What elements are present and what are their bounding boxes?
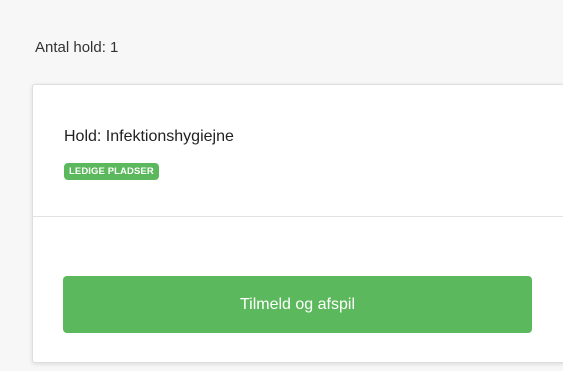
signup-and-play-button[interactable]: Tilmeld og afspil	[63, 276, 532, 333]
availability-badge: LEDIGE PLADSER	[64, 163, 159, 180]
team-title: Hold: Infektionshygiejne	[64, 128, 234, 145]
team-card-header: Hold: Infektionshygiejne LEDIGE PLADSER	[33, 85, 563, 217]
team-count-label: Antal hold: 1	[35, 39, 119, 56]
team-card: Hold: Infektionshygiejne LEDIGE PLADSER …	[32, 84, 563, 363]
